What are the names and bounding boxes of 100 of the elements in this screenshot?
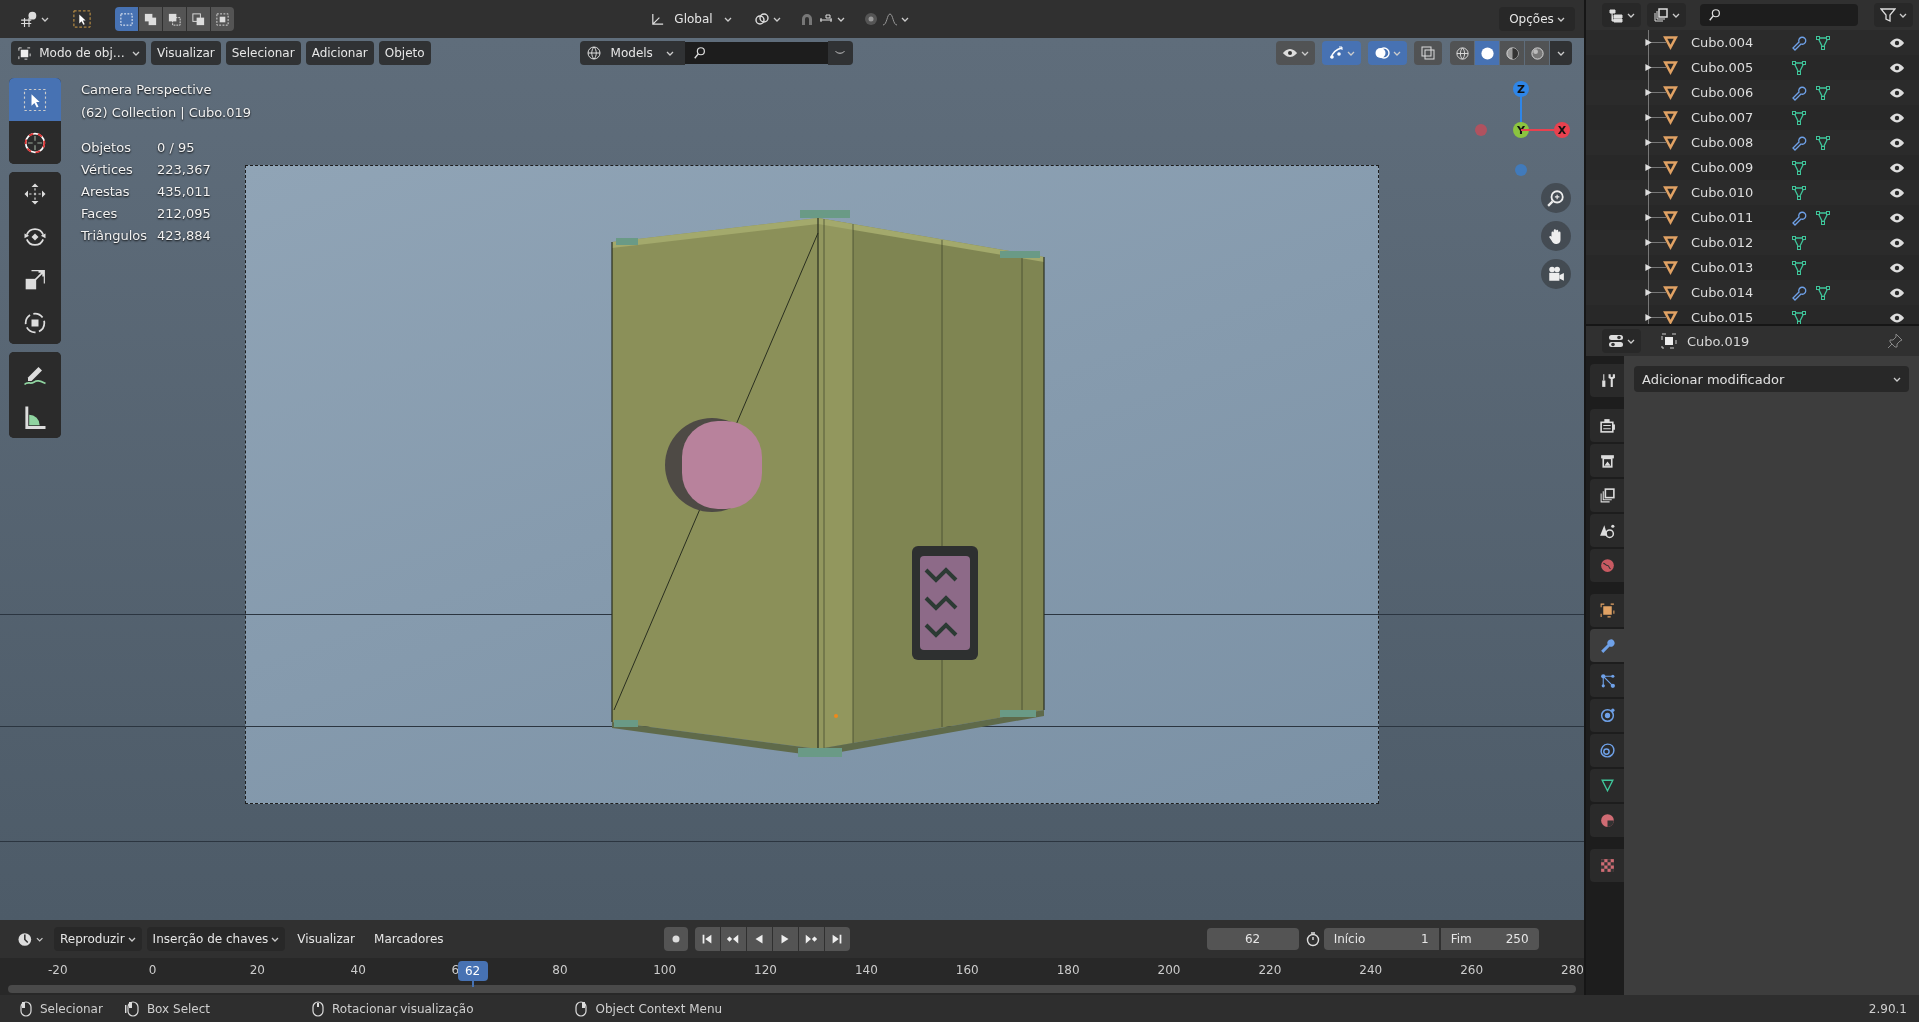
outliner-row[interactable]: Cubo.007 bbox=[1586, 105, 1919, 130]
frame-number: 6 bbox=[451, 963, 460, 977]
outliner-row[interactable]: Cubo.015 bbox=[1586, 305, 1919, 324]
object-name[interactable]: Cubo.007 bbox=[1691, 110, 1781, 125]
zoom-button[interactable] bbox=[1541, 183, 1571, 213]
object-name[interactable]: Cubo.013 bbox=[1691, 260, 1781, 275]
timeline-scrollbar[interactable] bbox=[8, 985, 1576, 993]
particles-tab[interactable] bbox=[1590, 664, 1624, 697]
axis-handle[interactable] bbox=[1515, 164, 1527, 176]
menu-item[interactable]: Marcadores bbox=[367, 927, 451, 951]
search-field[interactable] bbox=[1700, 4, 1858, 26]
end-frame-field[interactable]: Fim 250 bbox=[1440, 928, 1539, 950]
disclosure-triangle bbox=[1644, 163, 1653, 172]
select-mode-button[interactable] bbox=[115, 7, 138, 31]
axis-handle[interactable] bbox=[1475, 124, 1487, 136]
tool-tab[interactable] bbox=[1590, 364, 1624, 397]
select-mode-button[interactable] bbox=[211, 7, 234, 31]
select-mode-button[interactable] bbox=[139, 7, 162, 31]
view-layer-tab[interactable] bbox=[1590, 479, 1624, 512]
xray-toggle[interactable] bbox=[1414, 41, 1442, 65]
outliner-row[interactable]: Cubo.005 bbox=[1586, 55, 1919, 80]
material-tab[interactable] bbox=[1590, 804, 1624, 837]
orbit-icon bbox=[1598, 707, 1616, 724]
solid-shading-button[interactable] bbox=[1475, 41, 1499, 65]
object-tab[interactable] bbox=[1590, 594, 1624, 627]
menu-item[interactable]: Visualizar bbox=[151, 41, 221, 65]
previous-keyframe-button[interactable] bbox=[720, 927, 746, 951]
mesh-data-tab[interactable] bbox=[1590, 769, 1624, 802]
mesh-icon bbox=[1791, 259, 1807, 276]
render-tab[interactable] bbox=[1590, 409, 1624, 442]
object-name[interactable]: Cubo.008 bbox=[1691, 135, 1781, 150]
physics-tab[interactable] bbox=[1590, 699, 1624, 732]
shading-options[interactable] bbox=[1550, 41, 1572, 65]
outliner-row[interactable]: Cubo.009 bbox=[1586, 155, 1919, 180]
playhead-frame[interactable]: 62 bbox=[457, 961, 488, 981]
constraints-tab[interactable] bbox=[1590, 734, 1624, 767]
pin-button[interactable] bbox=[1887, 333, 1903, 349]
collection-dropdown[interactable]: Models bbox=[579, 41, 685, 65]
menu-item[interactable]: Adicionar bbox=[305, 41, 374, 65]
play-reverse-button[interactable] bbox=[746, 927, 772, 951]
menu-item[interactable]: Selecionar bbox=[225, 41, 301, 65]
current-frame-field[interactable]: 62 bbox=[1206, 928, 1299, 950]
object-name[interactable]: Cubo.010 bbox=[1691, 185, 1781, 200]
overlays-toggle[interactable] bbox=[1368, 41, 1407, 65]
select-mode-button[interactable] bbox=[187, 7, 210, 31]
menu-dropdown[interactable]: Reproduzir bbox=[54, 927, 142, 951]
menu-item[interactable]: Visualizar bbox=[290, 927, 363, 951]
object-name[interactable]: Cubo.006 bbox=[1691, 85, 1781, 100]
pan-button[interactable] bbox=[1541, 221, 1571, 251]
modifiers-tab[interactable] bbox=[1590, 629, 1624, 662]
selection-mode-icon bbox=[215, 11, 230, 27]
stopwatch-icon bbox=[1304, 931, 1321, 947]
frame-number: 140 bbox=[854, 963, 878, 977]
wireframe-shading-button[interactable] bbox=[1450, 41, 1474, 65]
editor-type-menu[interactable] bbox=[1602, 329, 1641, 353]
outliner-row[interactable]: Cubo.011 bbox=[1586, 205, 1919, 230]
diamond-back-icon bbox=[726, 932, 741, 946]
object-name[interactable]: Cubo.015 bbox=[1691, 310, 1781, 324]
object-name[interactable]: Cubo.011 bbox=[1691, 210, 1781, 225]
play-button[interactable] bbox=[772, 927, 798, 951]
display-mode-dropdown[interactable] bbox=[1602, 3, 1641, 27]
material-shading-button[interactable] bbox=[1500, 41, 1524, 65]
texture-tab[interactable] bbox=[1590, 849, 1624, 882]
mesh-icon bbox=[1815, 209, 1831, 226]
object-icon bbox=[1662, 284, 1679, 301]
rendered-shading-button[interactable] bbox=[1525, 41, 1549, 65]
object-name[interactable]: Cubo.005 bbox=[1691, 60, 1781, 75]
object-icon bbox=[1662, 184, 1679, 201]
scene-tab[interactable] bbox=[1590, 514, 1624, 547]
orientation-dropdown[interactable]: Global bbox=[642, 7, 740, 31]
object-name[interactable]: Cubo.014 bbox=[1691, 285, 1781, 300]
object-name[interactable]: Cubo.012 bbox=[1691, 235, 1781, 250]
search-icon bbox=[692, 46, 707, 60]
options-dropdown[interactable]: Opções bbox=[1499, 7, 1575, 31]
search-field[interactable] bbox=[684, 42, 828, 64]
menu-item[interactable]: Objeto bbox=[378, 41, 431, 65]
frame-number: 80 bbox=[552, 963, 568, 977]
jump-start-button[interactable] bbox=[694, 927, 720, 951]
disclosure-triangle bbox=[1644, 113, 1653, 122]
visibility-toggle[interactable] bbox=[1276, 41, 1315, 65]
record-button[interactable] bbox=[663, 927, 688, 951]
object-name[interactable]: Cubo.004 bbox=[1691, 35, 1781, 50]
jump-end-button[interactable] bbox=[824, 927, 850, 951]
gizmo-toggle[interactable] bbox=[1322, 41, 1361, 65]
output-tab[interactable] bbox=[1590, 444, 1624, 477]
select-mode-button[interactable] bbox=[163, 7, 186, 31]
next-keyframe-button[interactable] bbox=[798, 927, 824, 951]
add-modifier-dropdown[interactable]: Adicionar modificador bbox=[1634, 366, 1909, 392]
caret-icon bbox=[271, 936, 280, 942]
mode-dropdown[interactable]: Modo de obj… bbox=[11, 41, 146, 65]
world-tab[interactable] bbox=[1590, 549, 1624, 582]
outliner-row[interactable]: Cubo.013 bbox=[1586, 255, 1919, 280]
frame-number: 260 bbox=[1460, 963, 1484, 977]
camera-view-button[interactable] bbox=[1541, 259, 1571, 289]
filter-dropdown[interactable] bbox=[1874, 3, 1913, 27]
menu-dropdown[interactable]: Inserção de chaves bbox=[146, 927, 286, 951]
view-layer-dropdown[interactable] bbox=[1647, 3, 1686, 27]
object-name[interactable]: Cubo.009 bbox=[1691, 160, 1781, 175]
start-frame-field[interactable]: Início 1 bbox=[1323, 928, 1439, 950]
select-box-tool[interactable] bbox=[9, 78, 61, 121]
